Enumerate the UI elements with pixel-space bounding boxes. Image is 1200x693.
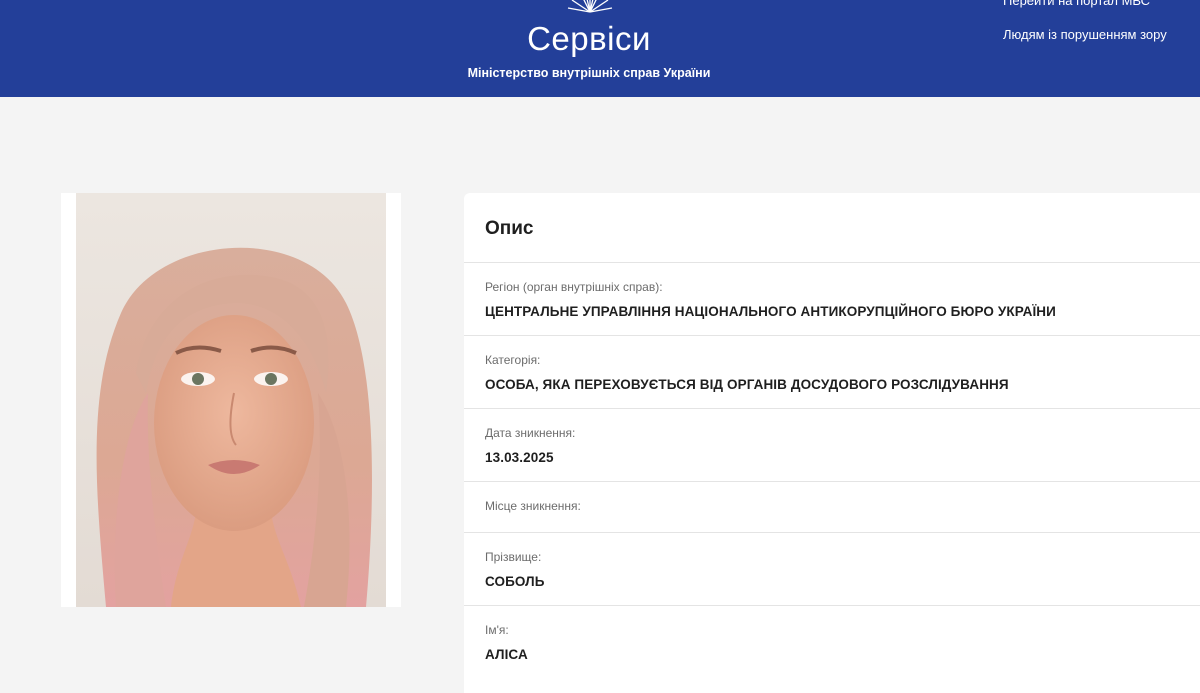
- site-subtitle: Міністерство внутрішніх справ України: [467, 66, 711, 80]
- field-region: Регіон (орган внутрішніх справ): ЦЕНТРАЛ…: [464, 263, 1200, 336]
- field-label: Категорія:: [485, 353, 541, 367]
- field-value: АЛІСА: [485, 647, 528, 662]
- field-place: Місце зникнення:: [464, 482, 1200, 533]
- field-value: ЦЕНТРАЛЬНЕ УПРАВЛІННЯ НАЦІОНАЛЬНОГО АНТИ…: [485, 304, 1056, 319]
- field-value: СОБОЛЬ: [485, 574, 545, 589]
- field-surname: Прізвище: СОБОЛЬ: [464, 533, 1200, 606]
- photo-card: [61, 193, 401, 607]
- field-label: Місце зникнення:: [485, 499, 581, 513]
- field-value: 13.03.2025: [485, 450, 554, 465]
- accessibility-link[interactable]: Людям із порушенням зору: [1003, 27, 1167, 42]
- field-name: Ім'я: АЛІСА: [464, 606, 1200, 679]
- field-date: Дата зникнення: 13.03.2025: [464, 409, 1200, 482]
- card-title: Опис: [464, 193, 1200, 263]
- field-label: Прізвище:: [485, 550, 542, 564]
- person-photo: [76, 193, 386, 607]
- emblem-icon: [567, 0, 613, 13]
- field-value: ОСОБА, ЯКА ПЕРЕХОВУЄТЬСЯ ВІД ОРГАНІВ ДОС…: [485, 377, 1009, 392]
- description-card: Опис Регіон (орган внутрішніх справ): ЦЕ…: [464, 193, 1200, 693]
- field-label: Ім'я:: [485, 623, 509, 637]
- field-category: Категорія: ОСОБА, ЯКА ПЕРЕХОВУЄТЬСЯ ВІД …: [464, 336, 1200, 409]
- field-label: Регіон (орган внутрішніх справ):: [485, 280, 663, 294]
- portal-link[interactable]: Перейти на портал МВС: [1003, 0, 1150, 8]
- site-header: Сервіси Міністерство внутрішніх справ Ук…: [0, 0, 1200, 97]
- field-label: Дата зникнення:: [485, 426, 576, 440]
- site-title[interactable]: Сервіси: [0, 20, 1178, 58]
